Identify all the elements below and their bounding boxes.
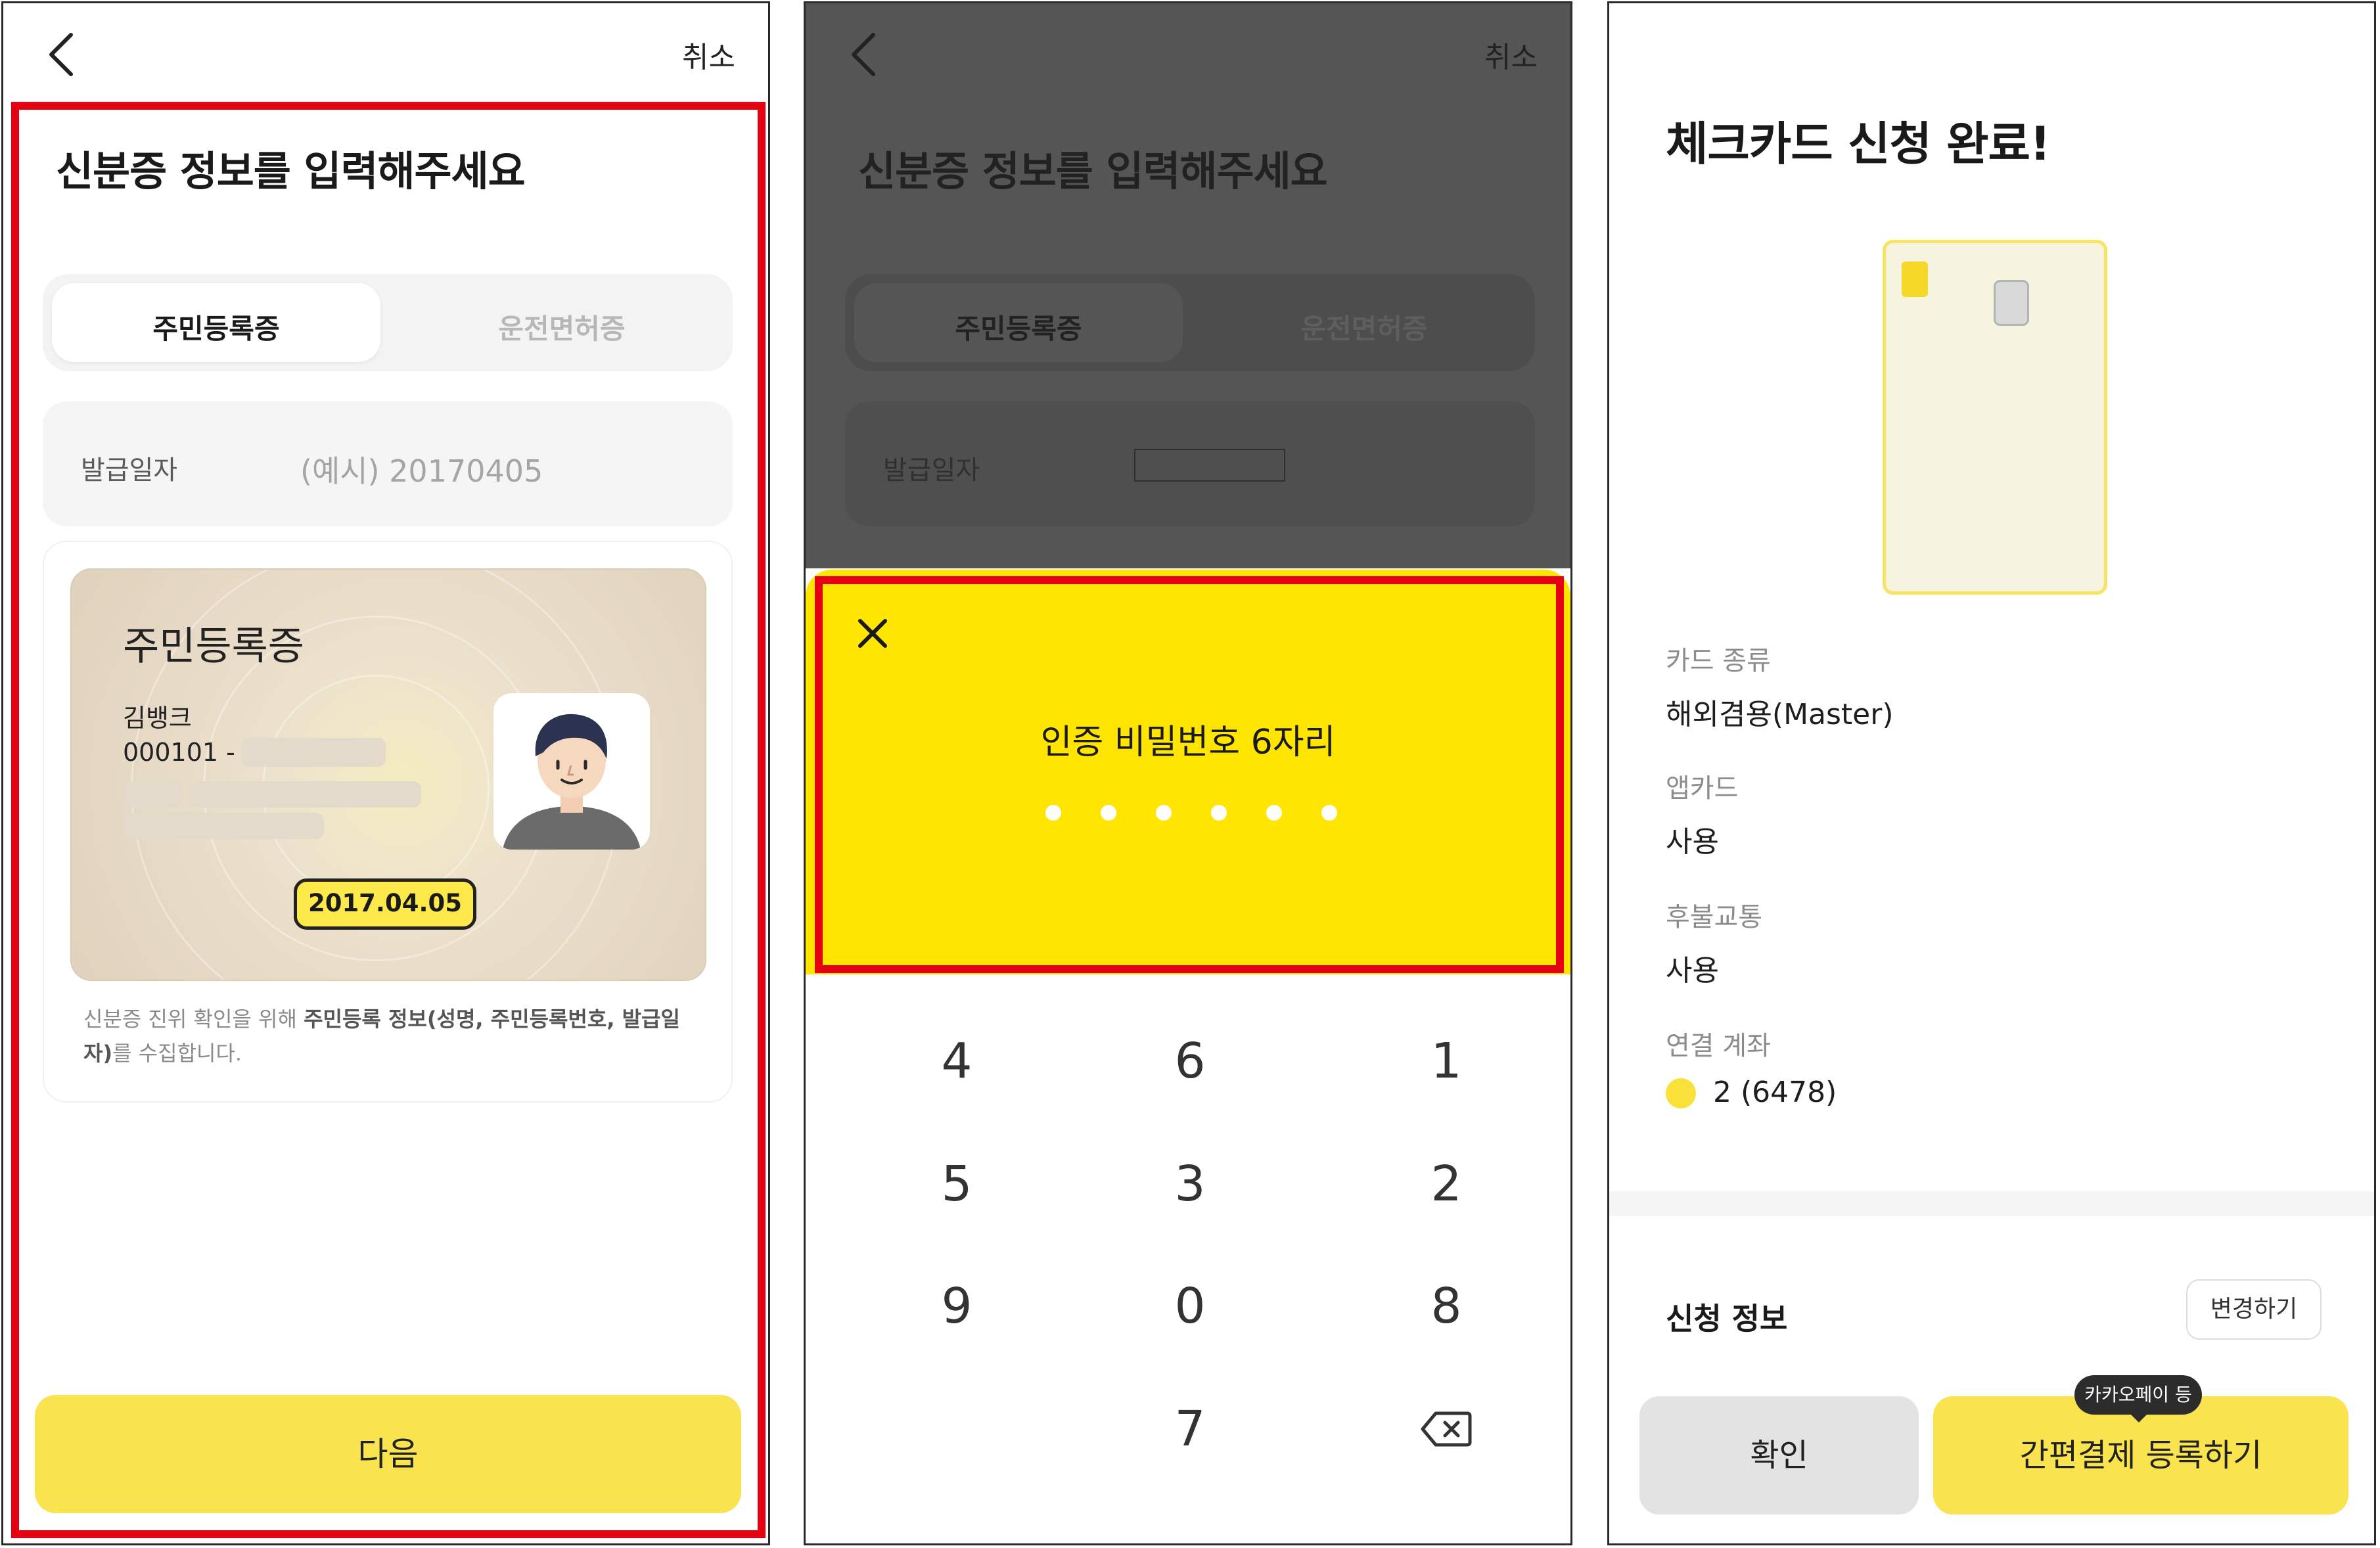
cancel-button: 취소 <box>1484 41 1538 74</box>
key-5[interactable]: 5 <box>858 1135 1055 1233</box>
linked-account-value: 2 (6478) <box>1713 1076 1837 1109</box>
back-arrow-icon <box>852 33 875 76</box>
highlight-box <box>815 576 1564 973</box>
key-3[interactable]: 3 <box>1091 1135 1289 1233</box>
page-title: 체크카드 신청 완료! <box>1666 117 2051 171</box>
tooltip: 카카오페이 등 <box>2074 1375 2202 1415</box>
bank-logo-icon <box>1902 262 1928 297</box>
tab-resident-card: 주민등록증 <box>955 313 1082 345</box>
key-1[interactable]: 1 <box>1348 1012 1545 1110</box>
tab-driver-license: 운전면허증 <box>1300 313 1428 345</box>
check-card-image <box>1883 240 2107 595</box>
card-type-label: 카드 종류 <box>1666 646 1771 676</box>
key-6[interactable]: 6 <box>1091 1012 1289 1110</box>
top-bar: 취소 <box>3 3 768 102</box>
section-divider <box>1609 1191 2374 1216</box>
key-9[interactable]: 9 <box>858 1257 1055 1355</box>
key-8[interactable]: 8 <box>1348 1257 1545 1355</box>
panel-id-entry: 취소 신분증 정보를 입력해주세요 주민등록증 운전면허증 발급일자 (예시) … <box>1 1 770 1545</box>
backspace-icon[interactable] <box>1420 1409 1473 1449</box>
issue-date-label: 발급일자 <box>883 455 980 486</box>
transit-value: 사용 <box>1666 954 1719 988</box>
key-0[interactable]: 0 <box>1091 1257 1289 1355</box>
back-arrow-icon[interactable] <box>39 28 85 81</box>
page-title: 신분증 정보를 입력해주세요 <box>858 147 1328 195</box>
app-card-label: 앱카드 <box>1666 773 1739 804</box>
card-type-value: 해외겸용(Master) <box>1666 698 1894 731</box>
id-type-tabs: 주민등록증 운전면허증 <box>845 274 1535 371</box>
confirm-button[interactable]: 확인 <box>1639 1396 1919 1514</box>
linked-account-label: 연결 계좌 <box>1666 1031 1771 1061</box>
dim-overlay: 취소 신분증 정보를 입력해주세요 주민등록증 운전면허증 발급일자 <box>806 3 1570 568</box>
issue-date-field: 발급일자 <box>845 401 1535 526</box>
cancel-button[interactable]: 취소 <box>682 34 735 76</box>
section-title: 신청 정보 <box>1666 1301 1788 1336</box>
app-card-value: 사용 <box>1666 825 1719 859</box>
highlight-box <box>11 102 766 1538</box>
panel-card-complete: 체크카드 신청 완료! 카드 종류 해외겸용(Master) 앱카드 사용 후불… <box>1607 1 2376 1545</box>
key-2[interactable]: 2 <box>1348 1135 1545 1233</box>
panel-pin-entry: 취소 신분증 정보를 입력해주세요 주민등록증 운전면허증 발급일자 인증 비밀… <box>804 1 1572 1545</box>
issue-date-input <box>1134 449 1285 482</box>
transit-label: 후불교통 <box>1666 902 1763 932</box>
key-4[interactable]: 4 <box>858 1012 1055 1110</box>
card-chip-icon <box>1994 280 2029 326</box>
tooltip-tail <box>2130 1413 2148 1423</box>
bank-dot-icon <box>1666 1078 1696 1108</box>
change-button[interactable]: 변경하기 <box>2186 1279 2322 1340</box>
key-7[interactable]: 7 <box>1091 1380 1289 1478</box>
